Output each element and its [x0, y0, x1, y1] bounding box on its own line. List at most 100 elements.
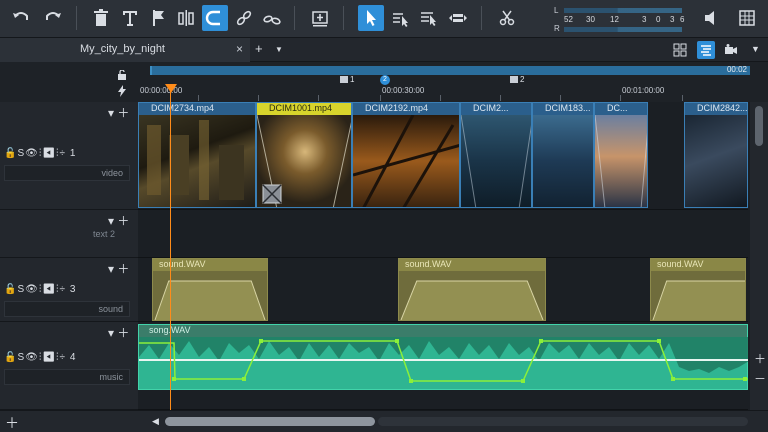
range-select-icon[interactable]	[388, 5, 414, 31]
track-icon-row[interactable]: 🔓S👁⫶◀⫶÷ 1	[4, 148, 76, 159]
clip-thumbnail	[533, 115, 593, 207]
audio-clip[interactable]: sound.WAV	[398, 258, 546, 321]
zoom-out-icon[interactable]: －	[754, 370, 766, 387]
scroll-left-icon[interactable]: ◀	[152, 416, 159, 427]
camera-view-icon[interactable]	[722, 41, 740, 59]
clip-label: sound.WAV	[651, 259, 745, 271]
solo-icon[interactable]: S	[17, 284, 25, 295]
text-track-lane[interactable]	[138, 210, 748, 258]
clip-label: DCIM1001.mp4	[257, 103, 351, 115]
track-header-music[interactable]: ▾ ＋ 🔓S👁⫶◀⫶÷ 4 music	[0, 322, 138, 410]
video-clip[interactable]: DCIM183...	[532, 102, 594, 208]
toolbar-separator	[481, 6, 482, 30]
solo-icon[interactable]: S	[17, 148, 25, 159]
vu-left-bar	[564, 8, 682, 13]
vu-left-label: L	[554, 6, 559, 15]
vu-scale-label: 6	[680, 15, 685, 24]
track-name-field[interactable]: video	[4, 165, 130, 181]
lock-icon[interactable]: 🔓	[4, 284, 17, 295]
playhead-handle[interactable]	[165, 84, 177, 93]
lock-icon[interactable]: 🔓	[4, 352, 17, 363]
timeline-view-icon[interactable]	[697, 41, 715, 59]
clip-thumbnail	[257, 114, 351, 207]
eye-icon[interactable]: 👁	[25, 148, 39, 159]
vu-scale-label: 52	[564, 15, 573, 24]
track-select-icon[interactable]	[416, 5, 442, 31]
project-tab[interactable]: My_city_by_night ×	[0, 38, 250, 62]
video-track-lane[interactable]: DCIM2734.mp4 DCIM1001.mp4 DCIM2192.mp4 D…	[138, 102, 748, 210]
divide-icon[interactable]: ÷	[60, 352, 67, 363]
lock-icon[interactable]: 🔓	[4, 148, 17, 159]
marker-flag-2[interactable]: 2	[510, 75, 524, 84]
mute-icon[interactable]: ◀	[42, 352, 56, 363]
link-icon[interactable]	[231, 5, 257, 31]
storyboard-view-icon[interactable]	[671, 41, 689, 59]
timeline-ruler[interactable]: 00:02 1 2 2 00:00:00:00 00:00:30:00 00:0…	[0, 62, 768, 102]
magnet-icon[interactable]	[202, 5, 228, 31]
close-icon[interactable]: ×	[236, 42, 243, 56]
video-clip[interactable]: DC...	[594, 102, 648, 208]
unlink-icon[interactable]	[259, 5, 285, 31]
video-clip[interactable]: DCIM2192.mp4	[352, 102, 460, 208]
track-name-field[interactable]: sound	[4, 301, 130, 317]
add-tab-button[interactable]: +	[255, 41, 263, 56]
audio-clip[interactable]: sound.WAV	[650, 258, 746, 321]
undo-icon[interactable]	[8, 5, 34, 31]
track-controls[interactable]: ▾ ＋	[108, 104, 129, 121]
eye-icon[interactable]: 👁	[25, 352, 39, 363]
divide-icon[interactable]: ÷	[60, 148, 67, 159]
add-track-button[interactable]: ＋	[5, 413, 19, 432]
tab-dropdown-icon[interactable]: ▼	[275, 45, 283, 54]
redo-icon[interactable]	[40, 5, 66, 31]
volume-icon[interactable]	[699, 5, 725, 31]
music-clip[interactable]: song.WAV	[138, 324, 748, 390]
track-icon-row[interactable]: 🔓S👁⫶◀⫶÷ 4	[4, 352, 76, 363]
video-clip-selected[interactable]: DCIM1001.mp4	[256, 102, 352, 208]
track-controls[interactable]: ▾ ＋	[108, 324, 129, 341]
video-clip[interactable]: DCIM2842...	[684, 102, 748, 208]
text-icon[interactable]	[117, 5, 143, 31]
marker-flag-1[interactable]: 1	[340, 75, 354, 84]
track-number: 3	[69, 284, 77, 295]
track-header-video[interactable]: ▾ ＋ 🔓S👁⫶◀⫶÷ 1 video	[0, 102, 138, 210]
tab-menu-icon[interactable]: ▼	[751, 44, 760, 54]
track-name-field[interactable]: music	[4, 369, 130, 385]
mute-icon[interactable]: ◀	[42, 148, 56, 159]
divide-icon[interactable]: ÷	[60, 284, 67, 295]
sound-track-lane[interactable]: sound.WAV sound.WAV sound.WAV	[138, 258, 748, 322]
bolt-icon[interactable]	[116, 84, 128, 102]
clip-thumbnail	[353, 114, 459, 207]
vu-scale-label: 3	[670, 15, 675, 24]
stretch-tool-icon[interactable]	[445, 5, 471, 31]
zoom-in-icon[interactable]: ＋	[754, 350, 766, 367]
eye-icon[interactable]: 👁	[25, 284, 39, 295]
music-track-lane[interactable]: song.WAV	[138, 322, 748, 410]
vertical-scroll-thumb[interactable]	[755, 106, 763, 146]
split-icon[interactable]	[173, 5, 199, 31]
lock-icon[interactable]	[117, 67, 127, 85]
vertical-scrollbar[interactable]: ＋ －	[750, 102, 768, 410]
grid-icon[interactable]	[734, 5, 760, 31]
cut-tool-icon[interactable]	[494, 5, 520, 31]
video-clip[interactable]: DCIM2...	[460, 102, 532, 208]
track-header-sound[interactable]: ▾ ＋ 🔓S👁⫶◀⫶÷ 3 sound	[0, 258, 138, 322]
marker-flag-icon[interactable]	[145, 5, 171, 31]
video-clip[interactable]: DCIM2734.mp4	[138, 102, 256, 208]
vu-meter: L 52 30 12 3 0 3 6 R	[554, 6, 684, 34]
select-tool-icon[interactable]	[358, 5, 384, 31]
clip-label: DCIM2...	[461, 103, 531, 115]
playhead-line[interactable]	[170, 86, 171, 410]
horizontal-scroll-track[interactable]	[378, 417, 748, 426]
track-controls[interactable]: ▾ ＋	[108, 260, 129, 277]
track-header-text[interactable]: ▾ ＋ text 2	[0, 210, 138, 258]
track-controls[interactable]: ▾ ＋	[108, 212, 129, 229]
timecode-label: 00:01:00:00	[622, 86, 665, 95]
delete-icon[interactable]	[88, 5, 114, 31]
insert-mode-icon[interactable]	[307, 5, 333, 31]
horizontal-scroll-thumb[interactable]	[165, 417, 375, 426]
chapter-marker-2[interactable]: 2	[380, 75, 390, 85]
playback-range-bar[interactable]: 00:02	[150, 65, 750, 75]
track-icon-row[interactable]: 🔓S👁⫶◀⫶÷ 3	[4, 284, 76, 295]
mute-icon[interactable]: ◀	[42, 284, 56, 295]
solo-icon[interactable]: S	[17, 352, 25, 363]
